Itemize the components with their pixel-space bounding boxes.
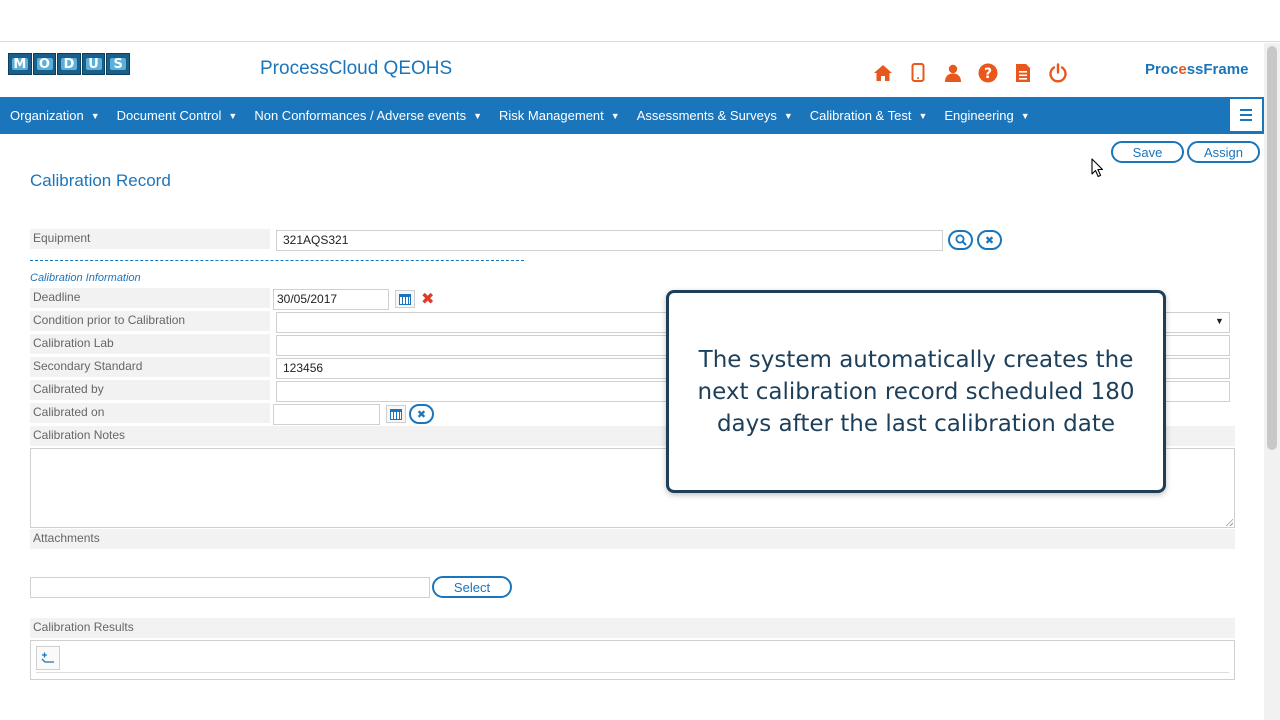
nav-non-conformances[interactable]: Non Conformances / Adverse events ▼ [244, 108, 482, 123]
search-icon[interactable] [948, 230, 973, 250]
calibrated-by-label: Calibrated by [30, 380, 270, 400]
chevron-down-icon: ▼ [918, 110, 928, 121]
nav-document-control[interactable]: Document Control ▼ [107, 108, 238, 123]
hamburger-icon [1240, 109, 1252, 121]
chevron-down-icon: ▼ [228, 110, 238, 121]
deadline-field[interactable]: 30/05/2017 [273, 289, 389, 310]
power-icon[interactable] [1047, 62, 1068, 83]
app-title: ProcessCloud QEOHS [260, 58, 453, 79]
main-nav: Organization ▼ Document Control ▼ Non Conf… [0, 97, 1264, 134]
equipment-field[interactable]: 321AQS321 [276, 230, 943, 251]
chevron-down-icon: ▼ [610, 110, 620, 121]
nav-organization[interactable]: Organization ▼ [0, 108, 100, 123]
app-window: M O D U S ProcessCloud QEOHS ? ProcessFr… [0, 0, 1280, 720]
dropdown-arrow-icon[interactable]: ▼ [1215, 316, 1224, 326]
chevron-down-icon: ▼ [90, 110, 100, 121]
equipment-label: Equipment [30, 229, 270, 249]
calibrated-on-field[interactable] [273, 404, 380, 425]
nav-risk-management[interactable]: Risk Management ▼ [489, 108, 620, 123]
tutorial-callout-text: The system automatically creates the nex… [697, 346, 1135, 437]
clear-date-icon[interactable]: ✖ [409, 404, 434, 424]
add-row-icon[interactable] [36, 646, 60, 670]
svg-text:?: ? [983, 66, 991, 82]
assign-button[interactable]: Assign [1187, 141, 1260, 163]
section-caption: Calibration Information [30, 272, 141, 284]
attachments-label: Attachments [30, 529, 1235, 549]
nav-calibration-test[interactable]: Calibration & Test ▼ [800, 108, 928, 123]
chevron-down-icon: ▼ [473, 110, 482, 121]
calibration-results-table [30, 640, 1235, 680]
section-divider [30, 260, 524, 261]
help-icon[interactable]: ? [977, 62, 998, 83]
vertical-scrollbar[interactable] [1264, 43, 1280, 720]
calibrated-on-label: Calibrated on [30, 403, 270, 423]
header: M O D U S ProcessCloud QEOHS ? ProcessFr… [0, 43, 1264, 97]
calendar-icon[interactable] [395, 290, 415, 308]
header-icon-bar: ? [872, 62, 1068, 83]
scrollbar-thumb[interactable] [1267, 46, 1277, 450]
mouse-cursor-icon [1091, 158, 1104, 178]
document-icon[interactable] [1012, 62, 1033, 83]
home-icon[interactable] [872, 62, 893, 83]
condition-label: Condition prior to Calibration [30, 311, 270, 331]
clear-icon[interactable]: ✖ [977, 230, 1002, 250]
nav-assessments-surveys[interactable]: Assessments & Surveys ▼ [627, 108, 793, 123]
resize-grip-icon[interactable] [1225, 518, 1233, 526]
calibration-lab-label: Calibration Lab [30, 334, 270, 354]
top-blank-area [0, 0, 1280, 42]
secondary-standard-label: Secondary Standard [30, 357, 270, 377]
nav-engineering[interactable]: Engineering ▼ [934, 108, 1029, 123]
chevron-down-icon: ▼ [783, 110, 793, 121]
user-icon[interactable] [942, 62, 963, 83]
hamburger-menu-button[interactable] [1230, 99, 1262, 131]
select-file-button[interactable]: Select [432, 576, 512, 598]
chevron-down-icon: ▼ [1020, 110, 1030, 121]
processframe-brand[interactable]: ProcessFrame [1145, 61, 1248, 78]
deadline-label: Deadline [30, 288, 270, 308]
tablet-icon[interactable] [907, 62, 928, 83]
page-title: Calibration Record [30, 171, 171, 190]
delete-date-icon[interactable]: ✖ [421, 289, 434, 309]
attachment-file-field[interactable] [30, 577, 430, 598]
modus-logo[interactable]: M O D U S [8, 53, 130, 75]
calibration-results-label: Calibration Results [30, 618, 1235, 638]
save-button[interactable]: Save [1111, 141, 1184, 163]
tutorial-callout: The system automatically creates the nex… [666, 290, 1166, 493]
calendar-icon[interactable] [386, 405, 406, 423]
